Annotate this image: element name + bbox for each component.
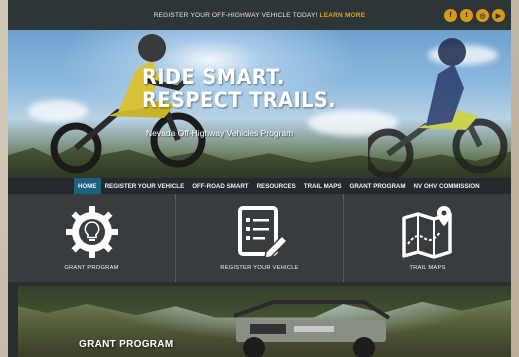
nav-trail-maps[interactable]: TRAIL MAPS (300, 178, 346, 194)
youtube-icon[interactable]: ▶ (492, 9, 505, 22)
tile-register-your-vehicle-label: REGISTER YOUR VEHICLE (220, 265, 299, 271)
nav-nv-ohv-commission[interactable]: NV OHV COMMISSION (410, 178, 484, 194)
nav-grant-program[interactable]: GRANT PROGRAM (346, 178, 410, 194)
twitter-icon[interactable]: t (460, 9, 473, 22)
learn-more-link[interactable]: LEARN MORE (320, 12, 366, 19)
tile-register-your-vehicle[interactable]: REGISTER YOUR VEHICLE (176, 194, 344, 282)
nav-register-your-vehicle[interactable]: REGISTER YOUR VEHICLE (101, 178, 189, 194)
tile-grant-program[interactable]: GRANT PROGRAM (8, 194, 176, 282)
utv-vehicle-image (233, 300, 391, 357)
hero-line-1: RIDE SMART. (142, 65, 285, 89)
announcement-message: REGISTER YOUR OFF-HIGHWAY VEHICLE TODAY! (153, 11, 318, 19)
hero-subtitle: Nevada Off-Highway Vehicles Program (146, 128, 294, 138)
instagram-icon[interactable]: ◎ (476, 9, 489, 22)
announcement-bar: REGISTER YOUR OFF-HIGHWAY VEHICLE TODAY!… (8, 0, 511, 30)
tile-grant-program-label: GRANT PROGRAM (64, 265, 119, 271)
grant-program-banner[interactable]: GRANT PROGRAM (18, 286, 511, 357)
feature-tiles: GRANT PROGRAM REGISTER YOUR VEHICLE TRAI… (8, 194, 511, 282)
nav-off-road-smart[interactable]: OFF-ROAD SMART (188, 178, 252, 194)
hero-banner: RIDE SMART. RESPECT TRAILS. Nevada Off-H… (8, 30, 511, 178)
tile-trail-maps-label: TRAIL MAPS (409, 265, 446, 271)
website: REGISTER YOUR OFF-HIGHWAY VEHICLE TODAY!… (8, 0, 511, 357)
main-nav: HOME REGISTER YOUR VEHICLE OFF-ROAD SMAR… (8, 178, 511, 194)
gear-lightbulb-icon (65, 206, 118, 258)
announcement-text: REGISTER YOUR OFF-HIGHWAY VEHICLE TODAY!… (154, 12, 366, 19)
social-links: f t ◎ ▶ (444, 9, 505, 22)
hero-headline: RIDE SMART. RESPECT TRAILS. (142, 66, 336, 112)
banner-title: GRANT PROGRAM (79, 339, 174, 350)
hero-line-2: RESPECT TRAILS. (142, 88, 337, 112)
tile-trail-maps[interactable]: TRAIL MAPS (344, 194, 511, 282)
nav-resources[interactable]: RESOURCES (253, 178, 300, 194)
map-pin-icon (401, 206, 452, 259)
dirt-bike-rider-right (368, 38, 508, 178)
form-pencil-icon (237, 206, 288, 259)
facebook-icon[interactable]: f (444, 9, 457, 22)
nav-home[interactable]: HOME (74, 178, 101, 194)
